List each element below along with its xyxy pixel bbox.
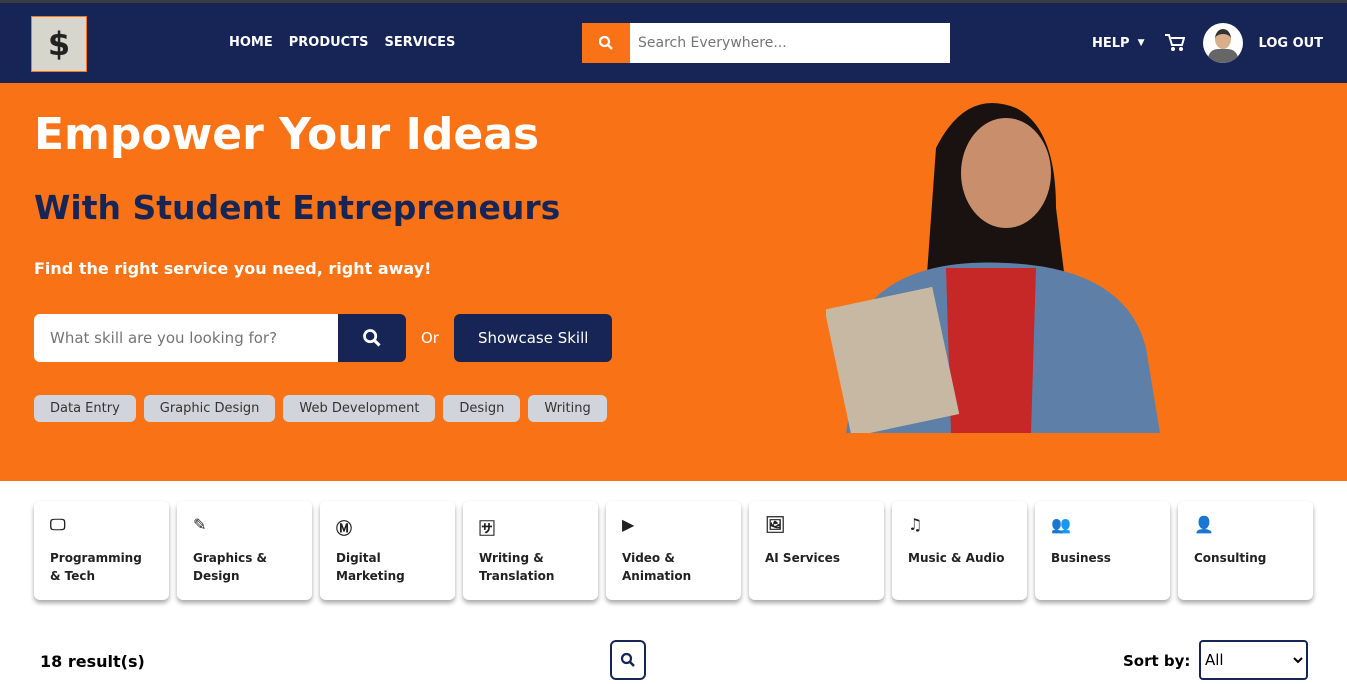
- category-card[interactable]: Ⓜ Digital Marketing: [320, 501, 455, 600]
- category-card[interactable]: 👥 Business: [1035, 501, 1170, 600]
- logout-link[interactable]: LOG OUT: [1259, 36, 1324, 51]
- navbar: $ HOME PRODUCTS SERVICES HELP ▼ LOG OUT: [0, 3, 1347, 83]
- results-count: 18 result(s): [40, 652, 145, 671]
- chevron-down-icon[interactable]: ▼: [1138, 38, 1145, 48]
- hero-title: Empower Your Ideas: [34, 109, 540, 160]
- marketing-icon: Ⓜ: [336, 519, 353, 538]
- tag-writing[interactable]: Writing: [528, 395, 607, 422]
- search-icon: [363, 329, 381, 347]
- category-label: Graphics & Design: [193, 551, 268, 583]
- category-card[interactable]: ▶ Video & Animation: [606, 501, 741, 600]
- tag-web-development[interactable]: Web Development: [283, 395, 436, 422]
- music-icon: ♫: [908, 515, 923, 534]
- consult-icon: 👤: [1194, 515, 1214, 534]
- video-icon: ▶: [622, 515, 635, 534]
- category-card[interactable]: 🖼 AI Services: [749, 501, 884, 600]
- hero-student-image: [826, 103, 1160, 433]
- hero-subtitle: With Student Entrepreneurs: [34, 188, 561, 227]
- category-label: Consulting: [1194, 551, 1267, 565]
- tag-design[interactable]: Design: [443, 395, 521, 422]
- logo[interactable]: $: [31, 16, 87, 72]
- avatar[interactable]: [1202, 23, 1243, 63]
- category-card[interactable]: ♫ Music & Audio: [892, 501, 1027, 600]
- monitor-icon: 🖵: [50, 515, 66, 534]
- category-label: Digital Marketing: [336, 551, 405, 583]
- nav-home[interactable]: HOME: [229, 35, 273, 50]
- or-label: Or: [421, 329, 439, 347]
- nav-products[interactable]: PRODUCTS: [289, 35, 369, 50]
- image-icon: 🖼: [765, 515, 786, 534]
- users-icon: 👥: [1051, 515, 1071, 534]
- help-menu[interactable]: HELP: [1092, 36, 1130, 51]
- category-label: Music & Audio: [908, 551, 1005, 565]
- showcase-skill-button[interactable]: Showcase Skill: [453, 314, 613, 362]
- sort-label: Sort by:: [1123, 652, 1191, 670]
- sort-select[interactable]: All: [1199, 640, 1308, 680]
- skill-search-input[interactable]: [34, 314, 338, 362]
- skill-search-button[interactable]: [338, 314, 406, 362]
- global-search: [582, 23, 950, 63]
- category-card[interactable]: 🖵 Programming & Tech: [34, 501, 169, 600]
- category-card[interactable]: 👤 Consulting: [1178, 501, 1313, 600]
- search-icon: [620, 652, 635, 667]
- pen-ruler-icon: ✎: [193, 515, 207, 534]
- category-label: Writing & Translation: [479, 551, 555, 583]
- translate-icon: 🈂: [479, 519, 496, 538]
- global-search-input[interactable]: [630, 23, 950, 63]
- tag-data-entry[interactable]: Data Entry: [34, 395, 136, 422]
- search-icon: [598, 35, 613, 50]
- search-button[interactable]: [582, 23, 630, 63]
- hero: Empower Your Ideas With Student Entrepre…: [0, 83, 1347, 481]
- category-label: AI Services: [765, 551, 840, 565]
- results-search-button[interactable]: [610, 640, 646, 680]
- category-label: Programming & Tech: [50, 551, 142, 583]
- category-card[interactable]: ✎ Graphics & Design: [177, 501, 312, 600]
- nav-services[interactable]: SERVICES: [384, 35, 455, 50]
- cart-icon[interactable]: [1164, 34, 1185, 52]
- hero-tagline: Find the right service you need, right a…: [34, 259, 432, 278]
- category-label: Business: [1051, 551, 1111, 565]
- tag-graphic-design[interactable]: Graphic Design: [143, 395, 276, 422]
- category-label: Video & Animation: [622, 551, 692, 583]
- category-card[interactable]: 🈂 Writing & Translation: [463, 501, 598, 600]
